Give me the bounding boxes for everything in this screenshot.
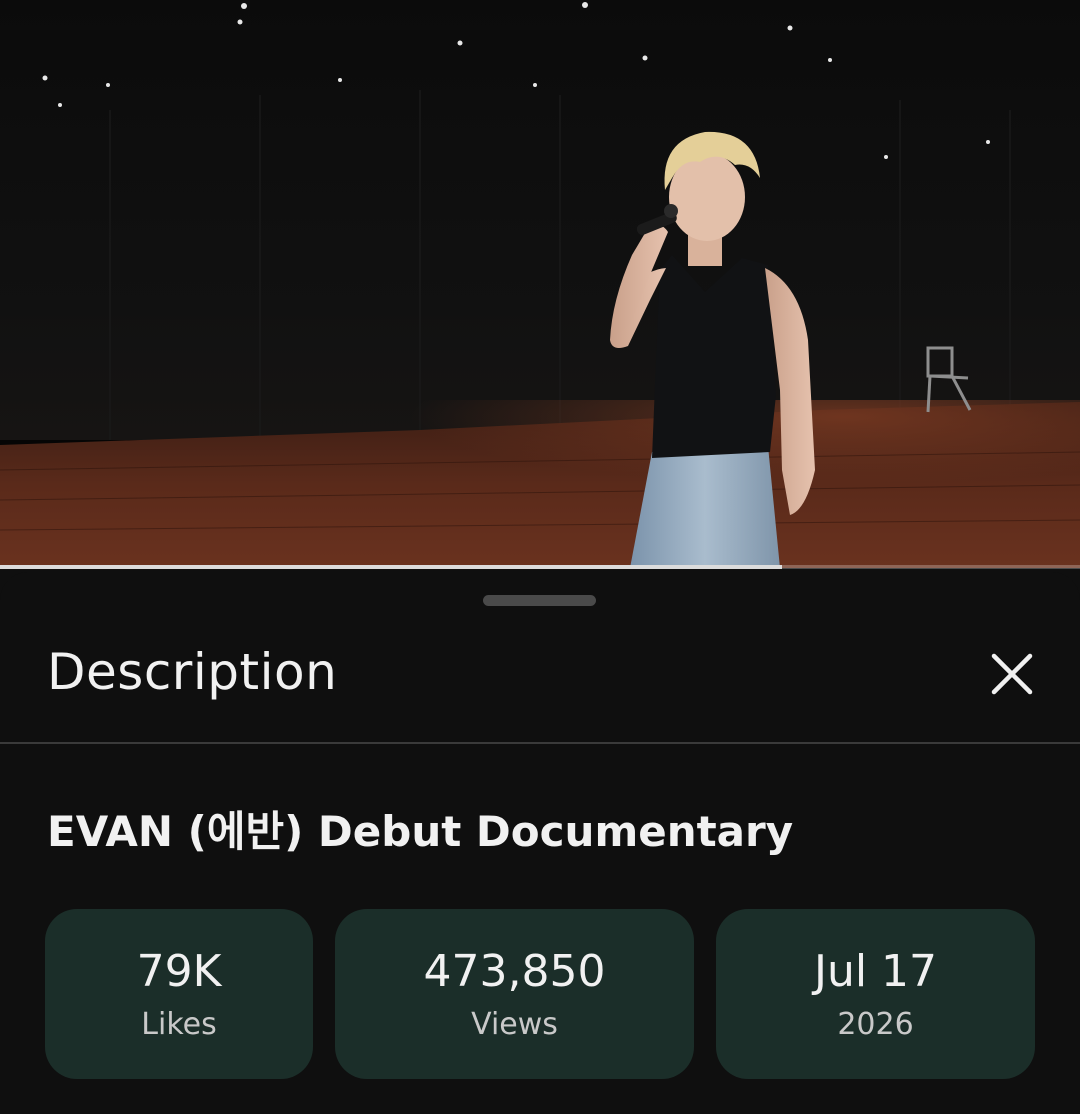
screen: Description EVAN (에반) Debut Documentary … — [0, 0, 1080, 1114]
video-title: EVAN (에반) Debut Documentary — [47, 807, 794, 856]
views-label: Views — [471, 1007, 558, 1042]
drag-handle[interactable] — [483, 595, 596, 606]
likes-label: Likes — [141, 1007, 217, 1042]
video-progress-bar[interactable] — [0, 565, 1080, 569]
views-count: 473,850 — [423, 946, 606, 997]
publish-year: 2026 — [837, 1007, 914, 1042]
likes-count: 79K — [136, 946, 222, 997]
sheet-title: Description — [47, 643, 338, 701]
views-stat: 473,850 Views — [335, 909, 694, 1079]
description-sheet: Description EVAN (에반) Debut Documentary … — [0, 572, 1080, 1114]
video-progress-fill — [0, 565, 782, 569]
date-stat: Jul 17 2026 — [716, 909, 1035, 1079]
video-frame — [0, 0, 1080, 568]
divider — [0, 742, 1080, 744]
close-button[interactable] — [982, 644, 1042, 704]
close-icon — [991, 653, 1033, 695]
publish-date: Jul 17 — [813, 946, 938, 997]
likes-stat: 79K Likes — [45, 909, 313, 1079]
video-player[interactable] — [0, 0, 1080, 568]
